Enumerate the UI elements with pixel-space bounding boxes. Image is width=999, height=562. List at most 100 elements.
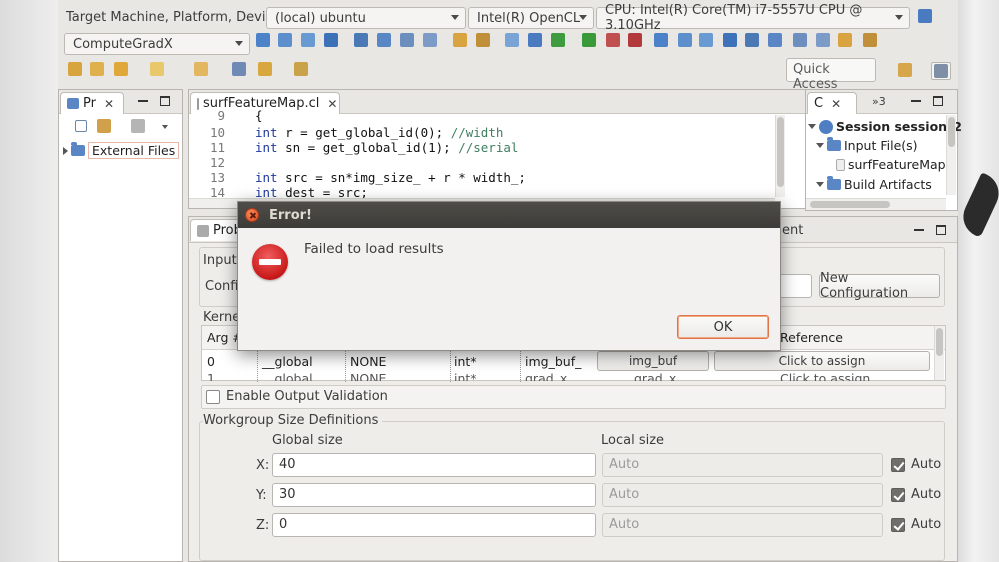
local-z-input[interactable]: Auto bbox=[602, 513, 883, 537]
global-z-input[interactable]: 0 bbox=[272, 513, 596, 537]
pencil-icon[interactable] bbox=[114, 62, 130, 78]
code-icon[interactable] bbox=[551, 33, 567, 49]
scrollbar-thumb[interactable] bbox=[777, 117, 784, 187]
global-y-input[interactable]: 30 bbox=[272, 483, 596, 507]
device-combo[interactable]: CPU: Intel(R) Core(TM) i7-5557U CPU @ 3.… bbox=[596, 3, 910, 33]
view-menu-icon[interactable] bbox=[162, 125, 168, 129]
expand-icon[interactable] bbox=[63, 146, 68, 155]
memory-icon[interactable] bbox=[301, 33, 317, 49]
enable-validation-checkbox[interactable] bbox=[206, 390, 220, 404]
tree-item-session[interactable]: Session session_2 bbox=[808, 119, 962, 134]
settings-icon[interactable] bbox=[476, 33, 492, 49]
close-icon[interactable]: ✕ bbox=[327, 97, 337, 111]
table-cell: img_buf_ bbox=[525, 354, 582, 369]
analyze-icon[interactable] bbox=[863, 33, 879, 49]
close-icon[interactable]: ✕ bbox=[831, 97, 841, 111]
code-editor[interactable]: 9{10 int r = get_global_id(0); //width 11 i… bbox=[189, 108, 854, 208]
collapse-all-icon[interactable] bbox=[75, 120, 87, 132]
platform-combo[interactable]: Intel(R) OpenCL bbox=[468, 7, 594, 29]
local-y-input[interactable]: Auto bbox=[602, 483, 883, 507]
kernel-icon[interactable] bbox=[354, 33, 370, 49]
close-icon[interactable]: ✕ bbox=[104, 97, 114, 111]
auto-x-checkbox[interactable] bbox=[891, 458, 905, 472]
tree-item-source-file[interactable]: surfFeatureMap.c bbox=[836, 157, 956, 172]
error-icon[interactable] bbox=[768, 33, 784, 49]
assign-reference-button[interactable]: Click to assign bbox=[714, 351, 930, 371]
folder-open-icon[interactable] bbox=[400, 33, 416, 49]
target-icon[interactable] bbox=[745, 33, 761, 49]
assign-buffer-button[interactable]: img_buf bbox=[597, 351, 709, 371]
table-icon[interactable] bbox=[528, 33, 544, 49]
tree-item-label: surfFeatureMap.c bbox=[848, 157, 957, 172]
tree-item-label: Session session_2 bbox=[836, 119, 963, 134]
run-icon[interactable] bbox=[256, 33, 272, 49]
icon-glyph bbox=[582, 33, 596, 47]
table-scrollbar[interactable] bbox=[934, 326, 944, 380]
scrollbar-thumb[interactable] bbox=[810, 201, 890, 208]
global-x-input[interactable]: 40 bbox=[272, 453, 596, 477]
left-arrow-icon[interactable] bbox=[258, 62, 274, 78]
maximize-icon[interactable] bbox=[160, 96, 170, 106]
table-cell: grad_x bbox=[634, 373, 677, 381]
package-icon[interactable] bbox=[582, 33, 598, 49]
profile-icon[interactable] bbox=[816, 33, 832, 49]
tree-item-build-artifacts[interactable]: Build Artifacts bbox=[816, 176, 932, 192]
collapse-icon[interactable] bbox=[808, 124, 816, 129]
build-icon[interactable] bbox=[377, 33, 393, 49]
kernel-combo[interactable]: ComputeGradX bbox=[64, 33, 250, 55]
profile-icon[interactable] bbox=[278, 33, 294, 49]
machine-combo[interactable]: (local) ubuntu bbox=[266, 7, 466, 29]
editor-scrollbar[interactable] bbox=[775, 115, 785, 197]
tab-right-label[interactable]: ent bbox=[782, 223, 803, 238]
scrollbar-thumb[interactable] bbox=[936, 328, 943, 356]
collapse-icon[interactable] bbox=[816, 143, 824, 148]
run-icon[interactable] bbox=[793, 33, 809, 49]
minimize-icon[interactable] bbox=[911, 96, 921, 102]
new-folder-icon[interactable] bbox=[90, 62, 106, 78]
arrow-up-icon[interactable] bbox=[194, 62, 210, 78]
auto-z-checkbox[interactable] bbox=[891, 518, 905, 532]
assign-icon[interactable] bbox=[505, 33, 521, 49]
report-icon[interactable] bbox=[606, 33, 622, 49]
new-configuration-button[interactable]: New Configuration bbox=[819, 271, 940, 301]
open-folder-icon[interactable] bbox=[68, 62, 84, 78]
maximize-icon[interactable] bbox=[936, 225, 946, 235]
link-editor-icon[interactable] bbox=[97, 119, 111, 133]
tab-project-explorer[interactable]: Pr ✕ bbox=[60, 92, 124, 114]
bug-icon[interactable] bbox=[678, 33, 694, 49]
scrollbar-thumb[interactable] bbox=[948, 117, 955, 147]
collapse-icon[interactable] bbox=[816, 182, 824, 187]
right-arrow-icon[interactable] bbox=[294, 62, 310, 78]
filter-icon[interactable] bbox=[131, 119, 145, 133]
stop-icon[interactable] bbox=[723, 33, 739, 49]
session-scrollbar[interactable] bbox=[946, 115, 956, 195]
export-icon[interactable] bbox=[453, 33, 469, 49]
tree-item-input-files[interactable]: Input File(s) bbox=[816, 137, 918, 153]
table-cell: Click to assign bbox=[780, 373, 871, 381]
deploy-icon[interactable] bbox=[628, 33, 644, 49]
open-perspective-icon[interactable] bbox=[898, 63, 914, 79]
settings-icon[interactable] bbox=[918, 9, 934, 25]
arrow-down-icon[interactable] bbox=[150, 62, 166, 78]
local-x-input[interactable]: Auto bbox=[602, 453, 883, 477]
dialog-titlebar[interactable]: Error! bbox=[238, 202, 780, 228]
back-icon[interactable] bbox=[232, 62, 248, 78]
play-icon[interactable] bbox=[699, 33, 715, 49]
minimize-icon[interactable] bbox=[138, 96, 148, 102]
tree-item-external-files[interactable]: External Files bbox=[63, 142, 180, 159]
chart-icon[interactable] bbox=[654, 33, 670, 49]
memory-icon[interactable] bbox=[838, 33, 854, 49]
quick-access-input[interactable]: Quick Access bbox=[786, 58, 876, 92]
analyze-icon[interactable] bbox=[324, 33, 340, 49]
tab-session-explorer[interactable]: C ✕ bbox=[807, 92, 857, 114]
column-header-reference[interactable]: Reference bbox=[780, 330, 843, 345]
save-icon[interactable] bbox=[423, 33, 439, 49]
close-icon[interactable] bbox=[245, 208, 259, 222]
ok-button[interactable]: OK bbox=[677, 315, 769, 339]
minimize-icon[interactable] bbox=[914, 225, 924, 231]
perspective-icon[interactable] bbox=[931, 62, 951, 80]
auto-y-checkbox[interactable] bbox=[891, 488, 905, 502]
tab-overflow[interactable]: »3 bbox=[872, 95, 886, 108]
maximize-icon[interactable] bbox=[933, 96, 943, 106]
session-hscrollbar[interactable] bbox=[806, 198, 946, 210]
